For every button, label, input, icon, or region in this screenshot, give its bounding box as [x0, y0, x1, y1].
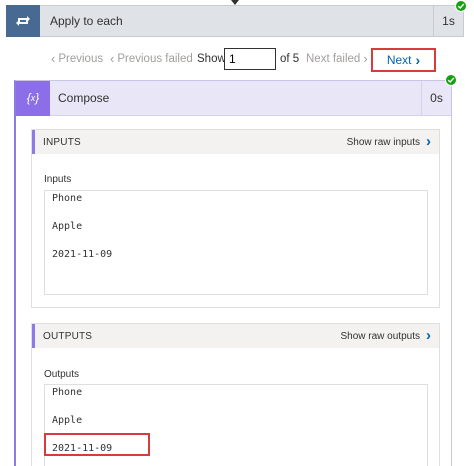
next-button[interactable]: Next ›	[371, 48, 436, 72]
outputs-section-header: OUTPUTS Show raw outputs ›	[32, 324, 439, 348]
chevron-right-icon: ›	[426, 327, 431, 344]
outputs-line: Phone	[52, 387, 83, 398]
output-date-highlight	[44, 433, 150, 456]
inputs-section: INPUTS Show raw inputs › Inputs Phone Ap…	[31, 129, 440, 308]
chevron-left-icon: ‹	[110, 51, 115, 66]
previous-failed-button[interactable]: ‹ Previous failed	[110, 51, 193, 66]
iteration-number-input[interactable]	[224, 48, 276, 70]
show-raw-outputs-link[interactable]: Show raw outputs ›	[341, 327, 432, 344]
success-check-icon	[445, 74, 457, 86]
inputs-section-title: INPUTS	[43, 136, 81, 148]
previous-button[interactable]: ‹ Previous	[51, 51, 103, 66]
compose-header[interactable]: {x} Compose 0s	[16, 80, 451, 116]
iteration-count: of 5	[280, 53, 300, 65]
outputs-label: Outputs	[44, 369, 80, 380]
compose-title: Compose	[58, 91, 110, 105]
show-raw-inputs-link[interactable]: Show raw inputs ›	[347, 133, 431, 150]
next-failed-button[interactable]: Next failed ›	[306, 51, 368, 66]
apply-to-each-title: Apply to each	[50, 14, 123, 28]
loop-icon	[6, 4, 40, 37]
compose-duration: 0s	[421, 80, 451, 116]
iteration-pager: ‹ Previous ‹ Previous failed Show of 5 N…	[0, 48, 474, 73]
inputs-value-box: Phone Apple 2021-11-09	[44, 190, 428, 295]
inputs-line: 2021-11-09	[52, 249, 113, 260]
inputs-label: Inputs	[44, 174, 72, 185]
success-check-icon	[455, 0, 467, 12]
inputs-section-header: INPUTS Show raw inputs ›	[32, 130, 439, 154]
inputs-line: Phone	[52, 193, 83, 204]
chevron-left-icon: ‹	[51, 51, 56, 66]
chevron-right-icon: ›	[415, 52, 421, 68]
outputs-section-title: OUTPUTS	[43, 330, 93, 342]
compose-action-card: {x} Compose 0s INPUTS Show raw inputs › …	[14, 80, 452, 466]
outputs-line: Apple	[52, 415, 83, 426]
chevron-right-icon: ›	[363, 51, 368, 66]
inputs-line: Apple	[52, 221, 83, 232]
show-label: Show	[197, 53, 226, 65]
apply-to-each-header[interactable]: Apply to each 1s	[6, 4, 464, 37]
chevron-right-icon: ›	[426, 133, 431, 150]
compose-icon: {x}	[16, 80, 50, 116]
